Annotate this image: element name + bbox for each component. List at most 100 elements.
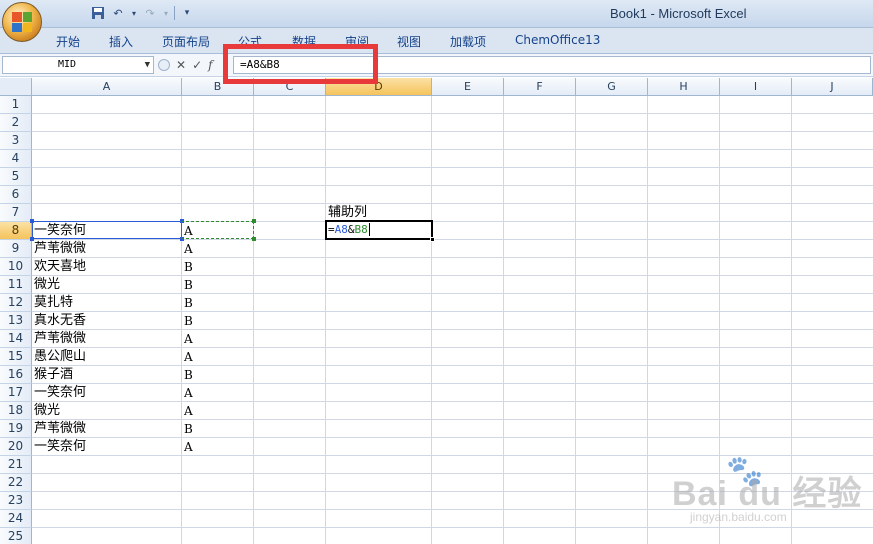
- row-header[interactable]: 2: [0, 114, 32, 132]
- row-header[interactable]: 21: [0, 456, 32, 474]
- row-header[interactable]: 16: [0, 366, 32, 384]
- cell-a20[interactable]: 一笑奈何: [32, 438, 86, 456]
- cell-a17[interactable]: 一笑奈何: [32, 384, 86, 402]
- row-header[interactable]: 1: [0, 96, 32, 114]
- cell-b20[interactable]: A: [182, 438, 193, 456]
- row-header[interactable]: 23: [0, 492, 32, 510]
- row-header[interactable]: 17: [0, 384, 32, 402]
- row-header[interactable]: 25: [0, 528, 32, 544]
- cell-a13[interactable]: 真水无香: [32, 312, 86, 330]
- row-header[interactable]: 9: [0, 240, 32, 258]
- cell-a15[interactable]: 愚公爬山: [32, 348, 86, 366]
- row-header-selected[interactable]: 8: [0, 222, 32, 240]
- cell-b13[interactable]: B: [182, 312, 193, 330]
- grid-line: [32, 131, 873, 132]
- cell-b9[interactable]: A: [182, 240, 193, 258]
- undo-icon[interactable]: ↶: [110, 5, 126, 21]
- cell-a9[interactable]: 芦苇微微: [32, 240, 86, 258]
- cell-a16[interactable]: 猴子酒: [32, 366, 73, 384]
- cell-b12[interactable]: B: [182, 294, 193, 312]
- ref-handle[interactable]: [252, 237, 256, 241]
- column-header-i[interactable]: I: [720, 78, 792, 96]
- cell-b11[interactable]: B: [182, 276, 193, 294]
- column-header-a[interactable]: A: [32, 78, 182, 96]
- ref-handle[interactable]: [30, 219, 34, 223]
- row-header[interactable]: 24: [0, 510, 32, 528]
- row-header[interactable]: 11: [0, 276, 32, 294]
- enter-icon[interactable]: ✓: [192, 58, 202, 72]
- cell-b16[interactable]: B: [182, 366, 193, 384]
- row-header[interactable]: 18: [0, 402, 32, 420]
- window-title: Book1 - Microsoft Excel: [610, 6, 747, 21]
- row-header[interactable]: 15: [0, 348, 32, 366]
- row-header[interactable]: 19: [0, 420, 32, 438]
- office-logo-icon: [12, 12, 32, 32]
- row-header[interactable]: 6: [0, 186, 32, 204]
- cell-a19[interactable]: 芦苇微微: [32, 420, 86, 438]
- tab-page-layout[interactable]: 页面布局: [162, 33, 210, 50]
- row-header[interactable]: 20: [0, 438, 32, 456]
- select-all-corner[interactable]: [0, 78, 32, 96]
- cell-a11[interactable]: 微光: [32, 276, 60, 294]
- cell-b14[interactable]: A: [182, 330, 193, 348]
- formula-bar-resize-icon[interactable]: [158, 59, 170, 71]
- formula-ampersand: &: [347, 223, 355, 236]
- grid-line: [32, 437, 873, 438]
- grid-line: [325, 96, 326, 544]
- column-header-e[interactable]: E: [432, 78, 504, 96]
- tab-view[interactable]: 视图: [397, 33, 421, 50]
- office-button[interactable]: [2, 2, 42, 42]
- tab-chemoffice[interactable]: ChemOffice13: [515, 33, 600, 47]
- redo-icon[interactable]: ↷: [142, 5, 158, 21]
- column-header-j[interactable]: J: [792, 78, 873, 96]
- save-icon[interactable]: [90, 5, 106, 21]
- ribbon-tab-bar: 开始 插入 页面布局 公式 数据 审阅 视图 加载项 ChemOffice13: [0, 28, 873, 54]
- cell-a10[interactable]: 欢天喜地: [32, 258, 86, 276]
- undo-dropdown-icon[interactable]: ▾: [130, 5, 138, 21]
- row-header[interactable]: 7: [0, 204, 32, 222]
- grid-line: [32, 347, 873, 348]
- reference-box-a8: [30, 219, 184, 241]
- grid-line: [32, 275, 873, 276]
- row-header[interactable]: 13: [0, 312, 32, 330]
- grid-line: [32, 311, 873, 312]
- cell-a14[interactable]: 芦苇微微: [32, 330, 86, 348]
- row-header[interactable]: 5: [0, 168, 32, 186]
- column-header-g[interactable]: G: [576, 78, 648, 96]
- cell-b15[interactable]: A: [182, 348, 193, 366]
- cell-b10[interactable]: B: [182, 258, 193, 276]
- customize-qat-icon[interactable]: ▾: [179, 5, 195, 21]
- row-header[interactable]: 10: [0, 258, 32, 276]
- cancel-icon[interactable]: ✕: [176, 58, 186, 72]
- ref-handle[interactable]: [30, 237, 34, 241]
- cell-b18[interactable]: A: [182, 402, 193, 420]
- name-box-dropdown-icon[interactable]: ▼: [145, 57, 150, 73]
- grid-line: [32, 383, 873, 384]
- tab-insert[interactable]: 插入: [109, 33, 133, 50]
- cell-b17[interactable]: A: [182, 384, 193, 402]
- name-box[interactable]: MID ▼: [2, 56, 154, 74]
- highlight-annotation-box: [223, 44, 378, 84]
- grid-line: [32, 167, 873, 168]
- insert-function-icon[interactable]: f: [208, 58, 212, 72]
- fill-handle[interactable]: [430, 237, 435, 242]
- cell-a12[interactable]: 莫扎特: [32, 294, 73, 312]
- tab-add-ins[interactable]: 加载项: [450, 33, 486, 50]
- grid-line: [32, 113, 873, 114]
- active-cell-d8[interactable]: =A8&B8: [325, 220, 435, 242]
- row-header[interactable]: 3: [0, 132, 32, 150]
- cell-a18[interactable]: 微光: [32, 402, 60, 420]
- column-header-h[interactable]: H: [648, 78, 720, 96]
- row-header[interactable]: 14: [0, 330, 32, 348]
- column-header-f[interactable]: F: [504, 78, 576, 96]
- row-header[interactable]: 4: [0, 150, 32, 168]
- ref-handle[interactable]: [252, 219, 256, 223]
- grid-line: [253, 96, 254, 544]
- watermark-logo: Bai du 经验: [672, 475, 863, 513]
- row-header[interactable]: 22: [0, 474, 32, 492]
- row-header[interactable]: 12: [0, 294, 32, 312]
- tab-home[interactable]: 开始: [56, 33, 80, 50]
- watermark-url: jingyan.baidu.com: [690, 510, 787, 524]
- redo-dropdown-icon[interactable]: ▾: [162, 5, 170, 21]
- cell-b19[interactable]: B: [182, 420, 193, 438]
